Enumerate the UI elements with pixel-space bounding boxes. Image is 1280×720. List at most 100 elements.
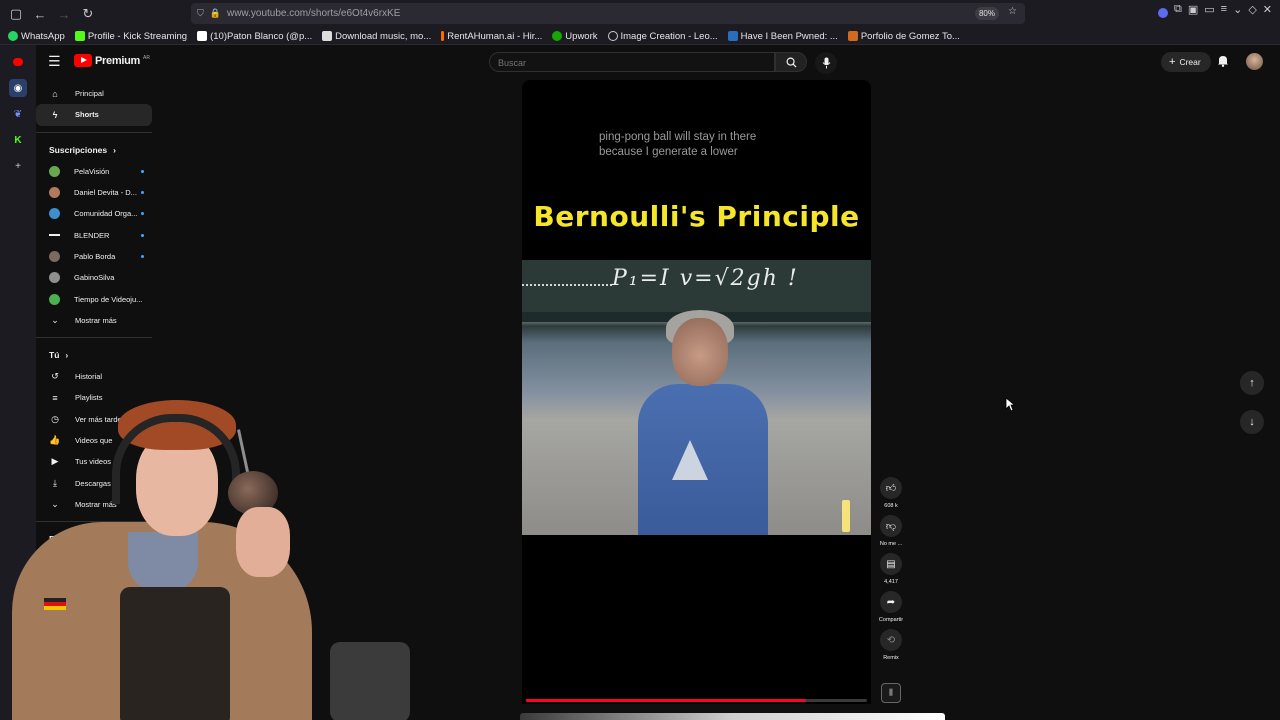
- menu-icon[interactable]: ≡: [1221, 3, 1227, 18]
- lock-icon[interactable]: 🔒: [210, 8, 221, 19]
- bookmark-label: Profile - Kick Streaming: [87, 30, 188, 42]
- channel-avatar: [49, 272, 60, 284]
- bookmark-item[interactable]: Download music, mo...: [322, 31, 431, 42]
- comment-icon[interactable]: ▤: [880, 553, 902, 575]
- sidebar-item-principal[interactable]: ⌂ Principal: [36, 83, 152, 104]
- bookmark-item[interactable]: RentAHuman.ai - Hir...: [441, 31, 542, 42]
- sidebar-item-subscription[interactable]: Daniel Devita - D...: [36, 182, 152, 203]
- lecturer: [632, 308, 772, 535]
- thumb-down-icon[interactable]: 👎︎: [880, 515, 902, 537]
- remix-icon[interactable]: ⟲: [880, 629, 902, 651]
- chalkboard-text: P₁=I v=√2gh !: [612, 266, 799, 291]
- browser-toolbar: ▢ ← → ↻ ⛉ 🔒 www.youtube.com/shorts/e6Ot4…: [0, 0, 1280, 28]
- sidebar-item-shorts[interactable]: ϟ Shorts: [36, 104, 152, 126]
- progress-fill: [526, 699, 806, 702]
- next-short-button[interactable]: ↓: [1240, 410, 1264, 434]
- youtube-play-icon: [74, 54, 92, 67]
- candle: [842, 500, 850, 532]
- account-icon[interactable]: [1158, 8, 1168, 18]
- zoom-badge[interactable]: 80%: [974, 7, 999, 20]
- shield-icon[interactable]: ⛉: [197, 8, 204, 19]
- dislike-action[interactable]: 👎︎ No me ...: [876, 515, 906, 547]
- extensions-icon[interactable]: ⧉: [1174, 3, 1182, 18]
- sidebar-item-subscription[interactable]: Tiempo de Videoju...: [36, 288, 152, 309]
- bookmark-label: Porfolio de Gomez To...: [860, 30, 960, 42]
- brand-country: AR: [142, 54, 150, 61]
- like-action[interactable]: 👍︎ 608 k: [876, 477, 906, 509]
- address-bar[interactable]: ⛉ 🔒 www.youtube.com/shorts/e6Ot4v6rxKE 8…: [191, 3, 1025, 24]
- remix-action[interactable]: ⟲ Remix: [876, 629, 906, 661]
- add-icon[interactable]: +: [9, 157, 27, 175]
- forward-icon[interactable]: →: [53, 3, 75, 25]
- voice-search-button[interactable]: [815, 52, 837, 74]
- hamburger-icon[interactable]: ☰: [48, 53, 61, 70]
- container-icon[interactable]: ▣: [1188, 3, 1198, 18]
- new-content-dot: [141, 169, 144, 173]
- search-button[interactable]: [775, 52, 807, 72]
- subscriptions-header[interactable]: Suscripciones ›: [36, 139, 166, 161]
- new-content-dot: [141, 191, 144, 195]
- youtube-sidebar-icon[interactable]: [13, 58, 23, 66]
- bottom-glow-bar: [520, 713, 945, 720]
- bookmark-item[interactable]: Profile - Kick Streaming: [74, 30, 188, 42]
- comments-action[interactable]: ▤ 4,417: [876, 553, 906, 585]
- youtube-logo[interactable]: Premium AR: [74, 54, 150, 67]
- home-icon: ⌂: [52, 88, 58, 99]
- sidebar-item-history[interactable]: ↺ Historial: [36, 366, 152, 387]
- user-avatar[interactable]: [1246, 53, 1263, 70]
- sidebar-item-label: PelaVisión: [74, 166, 110, 176]
- previous-short-button[interactable]: ↑: [1240, 371, 1264, 395]
- star-icon[interactable]: ☆: [1008, 6, 1017, 17]
- maximize-icon[interactable]: ◇: [1248, 3, 1256, 18]
- close-icon[interactable]: ✕: [1263, 3, 1272, 18]
- search-box[interactable]: [489, 52, 775, 72]
- bookmark-item[interactable]: Have I Been Pwned: ...: [727, 31, 838, 42]
- thumb-up-icon[interactable]: 👍︎: [880, 477, 902, 499]
- active-tab-icon[interactable]: ◉: [9, 79, 27, 97]
- like-count: 608 k: [884, 503, 898, 509]
- sidebar-item-subscription[interactable]: PelaVisión: [36, 161, 152, 182]
- url-text[interactable]: www.youtube.com/shorts/e6Ot4v6rxKE: [227, 8, 400, 19]
- portfolio-icon: [847, 31, 858, 41]
- bookmark-item[interactable]: Porfolio de Gomez To...: [847, 30, 960, 42]
- create-button[interactable]: + Crear: [1161, 52, 1211, 72]
- tabs-icon[interactable]: ▭: [1204, 3, 1214, 18]
- lecturer-shirt: [638, 384, 768, 535]
- kick-sidebar-icon[interactable]: K: [9, 131, 27, 149]
- bookmark-item[interactable]: Upwork: [552, 31, 598, 42]
- video-progress-bar[interactable]: [526, 699, 867, 702]
- rentahuman-icon: [441, 31, 445, 41]
- chair: [330, 642, 410, 720]
- you-header[interactable]: Tú ›: [36, 344, 166, 366]
- shorts-player[interactable]: ping-pong ball will stay in there becaus…: [522, 80, 871, 704]
- reload-icon[interactable]: ↻: [77, 3, 99, 25]
- bombilla: [237, 429, 250, 477]
- show-more-subscriptions[interactable]: ⌄ Mostrar más: [36, 310, 152, 331]
- dislike-label: No me ...: [879, 541, 903, 547]
- sidebar-item-label: Tiempo de Videoju...: [74, 294, 143, 304]
- ai-icon[interactable]: ❦: [9, 105, 27, 123]
- sound-thumbnail[interactable]: ⫼: [881, 683, 901, 703]
- notifications-button[interactable]: [1217, 54, 1229, 72]
- sidebar-item-subscription[interactable]: GabinoSilva: [36, 267, 152, 288]
- sidebar-toggle-icon[interactable]: ▢: [5, 3, 27, 25]
- sidebar-item-label: Principal: [75, 89, 104, 99]
- arrow-up-icon: ↑: [1249, 377, 1255, 389]
- search-input[interactable]: [490, 54, 774, 72]
- sidebar-item-subscription[interactable]: Comunidad Orga...: [36, 203, 152, 224]
- sidebar-item-subscription[interactable]: BLENDER: [36, 224, 152, 245]
- video-title-overlay: Bernoulli's Principle: [533, 200, 860, 233]
- back-icon[interactable]: ←: [29, 3, 51, 25]
- share-icon[interactable]: ➦: [880, 591, 902, 613]
- caption-line: because I generate a lower: [599, 146, 738, 158]
- sidebar-item-subscription[interactable]: Pablo Borda: [36, 246, 152, 267]
- bookmark-item[interactable]: Image Creation - Leo...: [607, 31, 718, 42]
- bookmark-item[interactable]: WhatsApp: [8, 31, 65, 42]
- section-title: Tú: [49, 349, 60, 360]
- bookmark-label: RentAHuman.ai - Hir...: [447, 30, 543, 42]
- minimize-icon[interactable]: ⌄: [1233, 3, 1242, 18]
- bookmark-item[interactable]: (10)Paton Blanco (@p...: [197, 31, 312, 42]
- whatsapp-icon: [8, 31, 18, 41]
- streamer-shirt: [128, 532, 198, 592]
- share-action[interactable]: ➦ Compartir: [876, 591, 906, 623]
